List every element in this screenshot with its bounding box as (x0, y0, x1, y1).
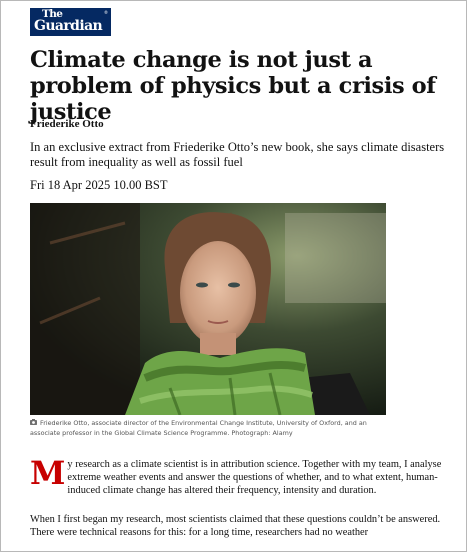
guardian-logo[interactable]: The Guardian ® (30, 8, 111, 36)
article-headline: Climate change is not just a problem of … (30, 47, 436, 125)
logo-line-2: Guardian (34, 17, 103, 34)
photo-caption-text: Friederike Otto, associate director of t… (30, 419, 367, 437)
article-paragraph-1: My research as a climate scientist is in… (30, 454, 445, 498)
registered-mark: ® (104, 10, 108, 15)
article-dateline: Fri 18 Apr 2025 10.00 BST (30, 178, 168, 192)
article-photo (30, 203, 386, 415)
article-byline[interactable]: Friederike Otto (30, 118, 104, 130)
article-paragraph-2: When I first began my research, most sci… (30, 514, 441, 539)
drop-cap: M (30, 454, 66, 492)
article-standfirst: In an exclusive extract from Friederike … (30, 140, 445, 169)
photo-caption: Friederike Otto, associate director of t… (30, 419, 386, 438)
camera-icon (30, 419, 38, 429)
paragraph-1-text: y research as a climate scientist is in … (67, 459, 442, 497)
